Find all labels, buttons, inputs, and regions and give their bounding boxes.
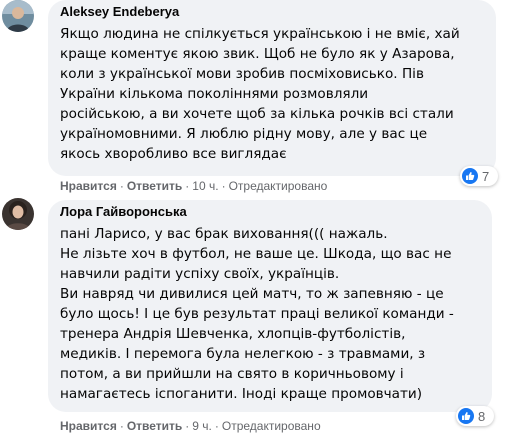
reaction-count: 7	[482, 168, 490, 184]
comment-text-line: Ви навряд чи дивилися цей матч, то ж зап…	[60, 286, 444, 302]
comment-author[interactable]: Aleksey Endeberya	[60, 4, 484, 20]
comment-text-line: Не лізьте хоч в футбол, не ваше це. Шкод…	[60, 246, 452, 262]
reaction-count: 8	[478, 408, 486, 424]
separator: ·	[185, 419, 190, 433]
comment-text-line: навчили радіти успіху своїх, українців.	[60, 266, 340, 282]
separator: ·	[214, 419, 219, 433]
edited-label[interactable]: Отредактировано	[222, 419, 321, 433]
like-button[interactable]: Нравится	[60, 179, 117, 193]
like-icon	[462, 168, 478, 184]
like-button[interactable]: Нравится	[60, 419, 117, 433]
edited-label[interactable]: Отредактировано	[229, 179, 328, 193]
comment-text-line: коли з української мови зробив посміхови…	[60, 66, 424, 82]
comment: Aleksey Endeberya Якщо людина не спілкує…	[0, 0, 506, 196]
reply-button[interactable]: Ответить	[127, 179, 182, 193]
like-icon	[458, 408, 474, 424]
separator: ·	[221, 179, 226, 193]
avatar-photo-icon	[2, 198, 34, 230]
comment-text-line: пані Ларисо, у вас брак виховання((( наж…	[60, 226, 388, 242]
comment-text-line: краще коментує якою звик. Щоб не було як…	[60, 46, 455, 62]
comment-text-line: російською, а ви хочете щоб за кілька ро…	[60, 106, 454, 122]
comment-timestamp[interactable]: 10 ч.	[192, 179, 218, 193]
reaction-summary[interactable]: 8	[456, 406, 494, 426]
comment-text: пані Ларисо, у вас брак виховання((( наж…	[60, 224, 480, 404]
comment-actions: Нравится · Ответить · 10 ч. · Отредактировано	[60, 178, 327, 194]
comment-text-line: України кількома поколіннями розмовляли	[60, 86, 369, 102]
comment: Лора Гайворонська пані Ларисо, у вас бра…	[0, 196, 506, 442]
separator: ·	[119, 419, 124, 433]
comment-bubble: Aleksey Endeberya Якщо людина не спілкує…	[48, 0, 496, 176]
comment-text-line: якось хворобливо все виглядає	[60, 146, 287, 162]
comment-bubble: Лора Гайворонська пані Ларисо, у вас бра…	[48, 200, 492, 412]
comment-text-line: медиків. І перемога була нелегкою - з тр…	[60, 346, 426, 362]
comment-text-line: було щось! І це був результат праці вели…	[60, 306, 454, 322]
separator: ·	[119, 179, 124, 193]
avatar[interactable]	[2, 0, 34, 32]
avatar-photo-icon	[2, 0, 34, 32]
comment-text-line: україномовними. Я люблю рідну мову, але …	[60, 126, 428, 142]
avatar[interactable]	[2, 198, 34, 230]
separator: ·	[185, 179, 190, 193]
comment-text: Якщо людина не спілкується українською і…	[60, 24, 484, 164]
comment-author[interactable]: Лора Гайворонська	[60, 204, 480, 220]
comment-timestamp[interactable]: 9 ч.	[192, 419, 212, 433]
reply-button[interactable]: Ответить	[127, 419, 182, 433]
comment-text-line: тренера Андрія Шевченка, хлопців-футболі…	[60, 326, 406, 342]
comment-actions: Нравится · Ответить · 9 ч. · Отредактировано	[60, 418, 321, 434]
comment-text-line: Якщо людина не спілкується українською і…	[60, 26, 460, 42]
reaction-summary[interactable]: 7	[460, 166, 498, 186]
comment-text-line: намагаєтесь іспоганити. Іноді краще пром…	[60, 386, 423, 402]
comment-text-line: потом, а ви прийшли на свято в коричньов…	[60, 366, 404, 382]
